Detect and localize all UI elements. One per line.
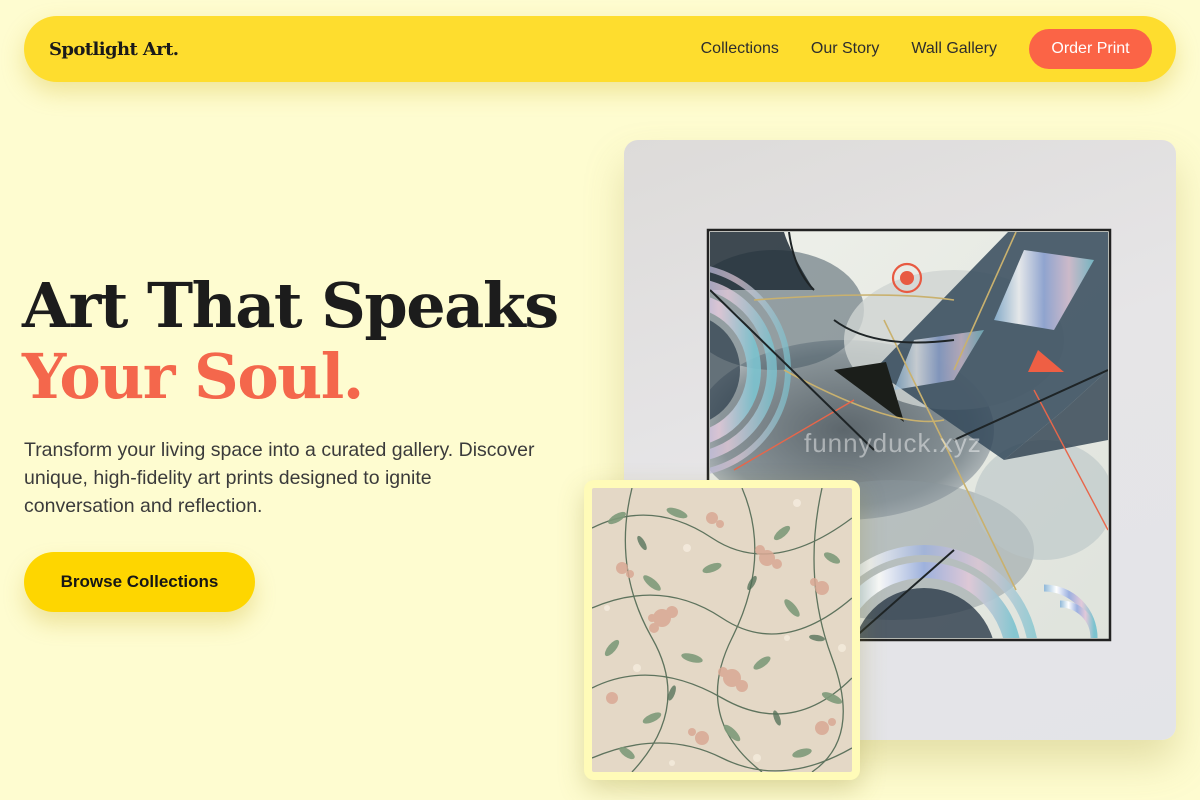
nav-link-wall-gallery[interactable]: Wall Gallery	[911, 40, 997, 58]
hero-title: Art That Speaks Your Soul.	[22, 269, 559, 413]
order-print-button[interactable]: Order Print	[1029, 29, 1152, 69]
brand-logo[interactable]: Spotlight Art.	[49, 39, 179, 60]
floral-pattern-artwork	[592, 488, 852, 772]
hero-description: Transform your living space into a curat…	[24, 439, 535, 517]
nav-link-collections[interactable]: Collections	[701, 40, 779, 58]
nav-links: Collections Our Story Wall Gallery Order…	[701, 29, 1152, 69]
artwork-watermark: funnyduck.xyz	[804, 428, 982, 458]
secondary-artwork-card[interactable]	[584, 480, 860, 780]
top-navbar: Spotlight Art. Collections Our Story Wal…	[24, 16, 1176, 82]
hero-title-line2: Your Soul.	[22, 340, 364, 413]
nav-link-our-story[interactable]: Our Story	[811, 40, 879, 58]
browse-collections-button[interactable]: Browse Collections	[24, 552, 255, 612]
hero-title-line1: Art That Speaks	[22, 269, 559, 342]
